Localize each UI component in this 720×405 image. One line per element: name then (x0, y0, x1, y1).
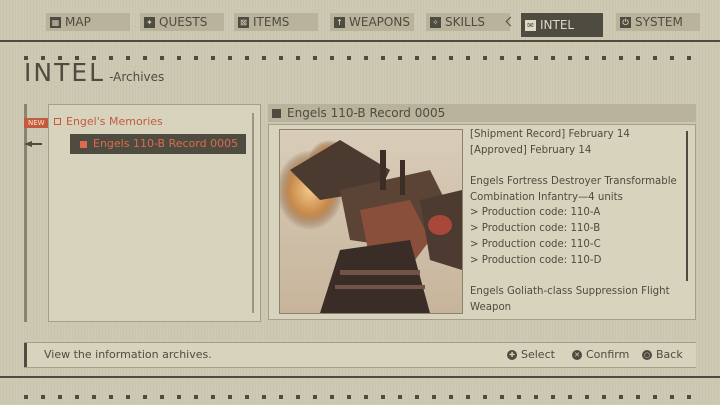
list-item[interactable]: Engels 110-B Record 0005 (70, 134, 246, 154)
tab-skills-label: SKILLS (445, 15, 486, 29)
new-badge: NEW (24, 118, 49, 128)
tab-weapons-label: WEAPONS (349, 15, 410, 29)
record-line: > Production code: 110-B (470, 223, 601, 235)
record-line: [Approved] February 14 (470, 144, 592, 156)
record-line: Combination Infantry—4 units (470, 191, 623, 203)
confirm-control[interactable]: ✕ Confirm (572, 348, 629, 361)
record-line: > Production code: 110-C (470, 238, 601, 250)
tab-map[interactable]: ▦ MAP (46, 13, 130, 31)
help-bar: View the information archives. ✚ Select … (24, 342, 696, 368)
record-line: > Production code: 110-D (470, 254, 602, 266)
help-bar-accent (24, 343, 27, 367)
page-subtitle: -Archives (109, 70, 165, 84)
selection-pointer-icon (24, 141, 42, 147)
tab-intel[interactable]: ✉ INTEL (521, 13, 603, 37)
tab-weapons[interactable]: ↑ WEAPONS (330, 13, 414, 31)
tab-map-label: MAP (65, 15, 91, 29)
list-side-bar (24, 104, 27, 322)
record-line: Weapon (470, 301, 512, 313)
back-label: Back (656, 348, 683, 361)
record-line: > Production code: 110-A (470, 207, 601, 219)
category-engels-memories[interactable]: Engel's Memories (54, 115, 163, 128)
page-heading: INTEL -Archives (24, 58, 164, 87)
record-line (470, 158, 684, 174)
tab-items[interactable]: ⊠ ITEMS (234, 13, 318, 31)
map-icon: ▦ (50, 16, 61, 28)
select-label: Select (521, 348, 555, 361)
circle-button-icon: ○ (642, 349, 652, 360)
confirm-label: Confirm (586, 348, 630, 361)
top-nav: ▦ MAP ✦ QUESTS ⊠ ITEMS ↑ WEAPONS ✧ SKILL… (0, 0, 720, 44)
archive-list-area: NEW Engel's Memories Engels 110-B Record… (24, 104, 261, 322)
tab-skills[interactable]: ✧ SKILLS (426, 13, 510, 31)
dpad-icon: ✚ (507, 349, 517, 360)
detail-title: Engels 110-B Record 0005 (287, 106, 446, 120)
system-icon: ⏻ (620, 16, 631, 28)
items-icon: ⊠ (238, 16, 249, 28)
detail-header-marker-icon (272, 108, 281, 118)
tab-intel-label: INTEL (540, 18, 575, 32)
back-control[interactable]: ○ Back (642, 348, 683, 361)
bottom-divider (0, 376, 720, 378)
page-title: INTEL (24, 58, 106, 87)
record-line: Engels Fortress Destroyer Transformable (470, 176, 677, 188)
record-image (279, 129, 463, 314)
detail-scrollbar[interactable] (686, 131, 688, 281)
select-control[interactable]: ✚ Select (507, 348, 555, 361)
tab-items-label: ITEMS (253, 15, 290, 29)
tab-system[interactable]: ⏻ SYSTEM (616, 13, 700, 31)
intel-icon: ✉ (525, 19, 536, 31)
list-scroll-track (252, 113, 254, 313)
help-text: View the information archives. (44, 348, 212, 361)
detail-header: Engels 110-B Record 0005 (268, 104, 696, 122)
tab-quests[interactable]: ✦ QUESTS (140, 13, 224, 31)
weapons-icon: ↑ (334, 16, 345, 28)
cross-button-icon: ✕ (572, 349, 582, 360)
tab-system-label: SYSTEM (635, 15, 683, 29)
bottom-dot-row (24, 384, 704, 399)
list-item-label: Engels 110-B Record 0005 (93, 137, 239, 150)
detail-panel: [Shipment Record] February 14 [Approved]… (268, 124, 696, 320)
quests-icon: ✦ (144, 16, 155, 28)
list-item-marker-icon (80, 140, 87, 148)
record-line: Engels Goliath-class Suppression Flight (470, 285, 670, 297)
record-text: [Shipment Record] February 14 [Approved]… (470, 127, 684, 315)
top-dot-row (24, 45, 704, 60)
skills-icon: ✧ (430, 16, 441, 28)
tab-quests-label: QUESTS (159, 15, 208, 29)
top-divider (0, 40, 720, 42)
record-line: [Shipment Record] February 14 (470, 129, 630, 140)
category-label: Engel's Memories (66, 115, 163, 128)
record-line (470, 268, 684, 284)
category-toggle-icon (54, 118, 61, 125)
